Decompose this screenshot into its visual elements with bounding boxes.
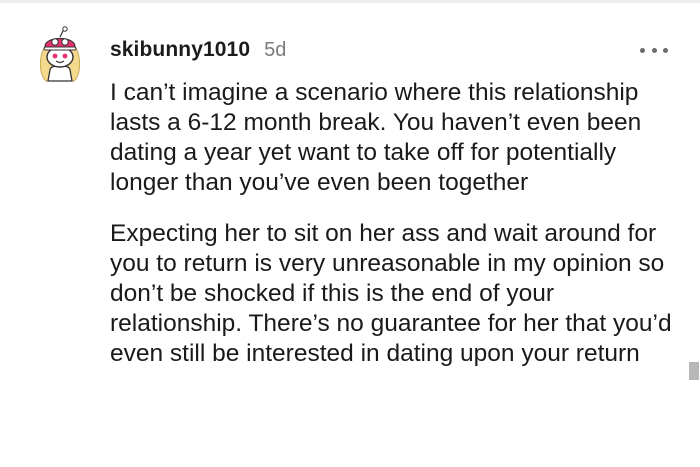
scrollbar-thumb[interactable]	[689, 362, 699, 380]
snoo-avatar-icon[interactable]	[34, 26, 86, 82]
comment-header: skibunny1010 5d	[110, 38, 286, 64]
username-link[interactable]: skibunny1010	[110, 38, 250, 62]
more-horizontal-icon	[640, 47, 645, 53]
comment-paragraph: Expecting her to sit on her ass and wait…	[110, 220, 672, 367]
more-horizontal-icon	[651, 47, 657, 53]
comment-body: I can’t imagine a scenario where this re…	[110, 78, 690, 369]
more-horizontal-icon	[663, 47, 668, 53]
comment: skibunny1010 5d I can’t imagine a scenar…	[0, 0, 700, 467]
comment-paragraph: I can’t imagine a scenario where this re…	[110, 79, 642, 196]
comment-age: 5d	[264, 39, 287, 61]
more-options-button[interactable]	[640, 40, 668, 60]
